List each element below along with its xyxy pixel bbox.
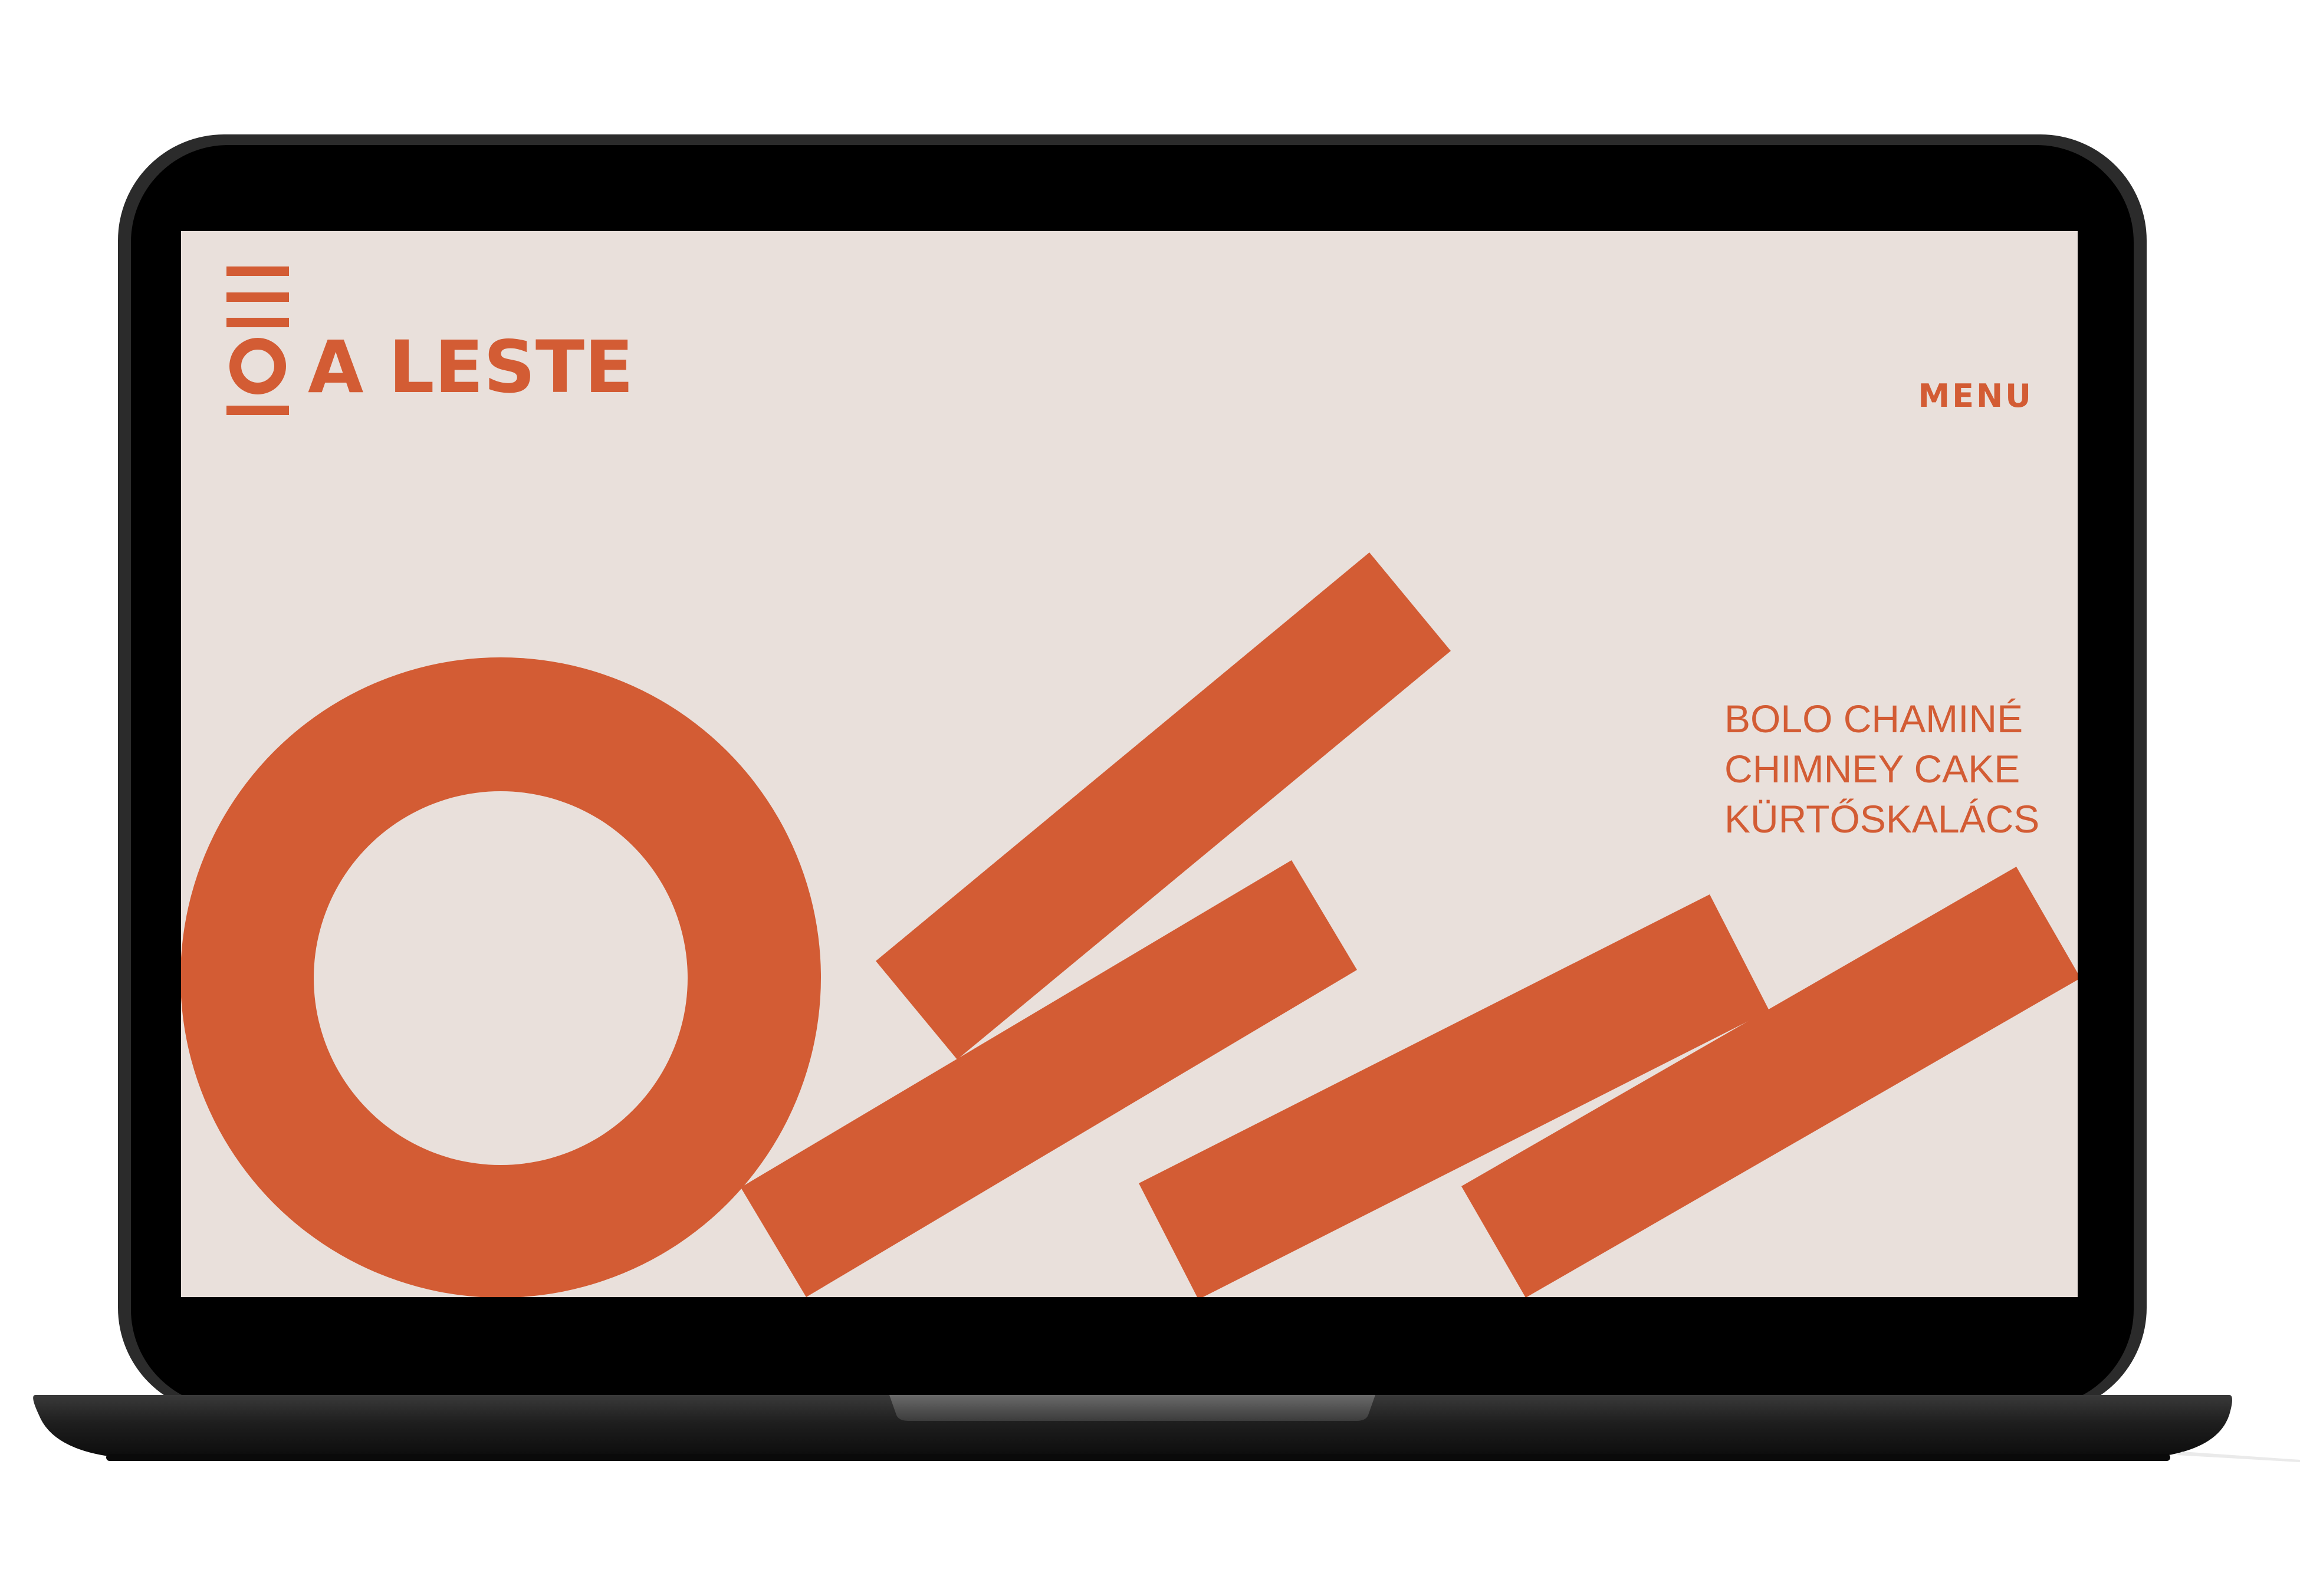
menu-button[interactable]: MENU <box>1918 377 2033 414</box>
laptop-mockup: A LESTE MENU BOLO CHAMINÉ CHIMNEY CAKE K… <box>0 0 2300 1596</box>
hinge-notch <box>889 1395 1375 1421</box>
tagline-line-2: CHIMNEY CAKE <box>1724 747 2020 791</box>
tagline: BOLO CHAMINÉ CHIMNEY CAKE KÜRTŐSKALÁCS <box>1724 697 2039 841</box>
tagline-line-1: BOLO CHAMINÉ <box>1724 697 2023 741</box>
tagline-line-3: KÜRTŐSKALÁCS <box>1724 797 2039 841</box>
brand-name: A LESTE <box>308 325 633 409</box>
website-screen: A LESTE MENU BOLO CHAMINÉ CHIMNEY CAKE K… <box>181 231 2078 1297</box>
laptop-base <box>33 1395 2300 1462</box>
